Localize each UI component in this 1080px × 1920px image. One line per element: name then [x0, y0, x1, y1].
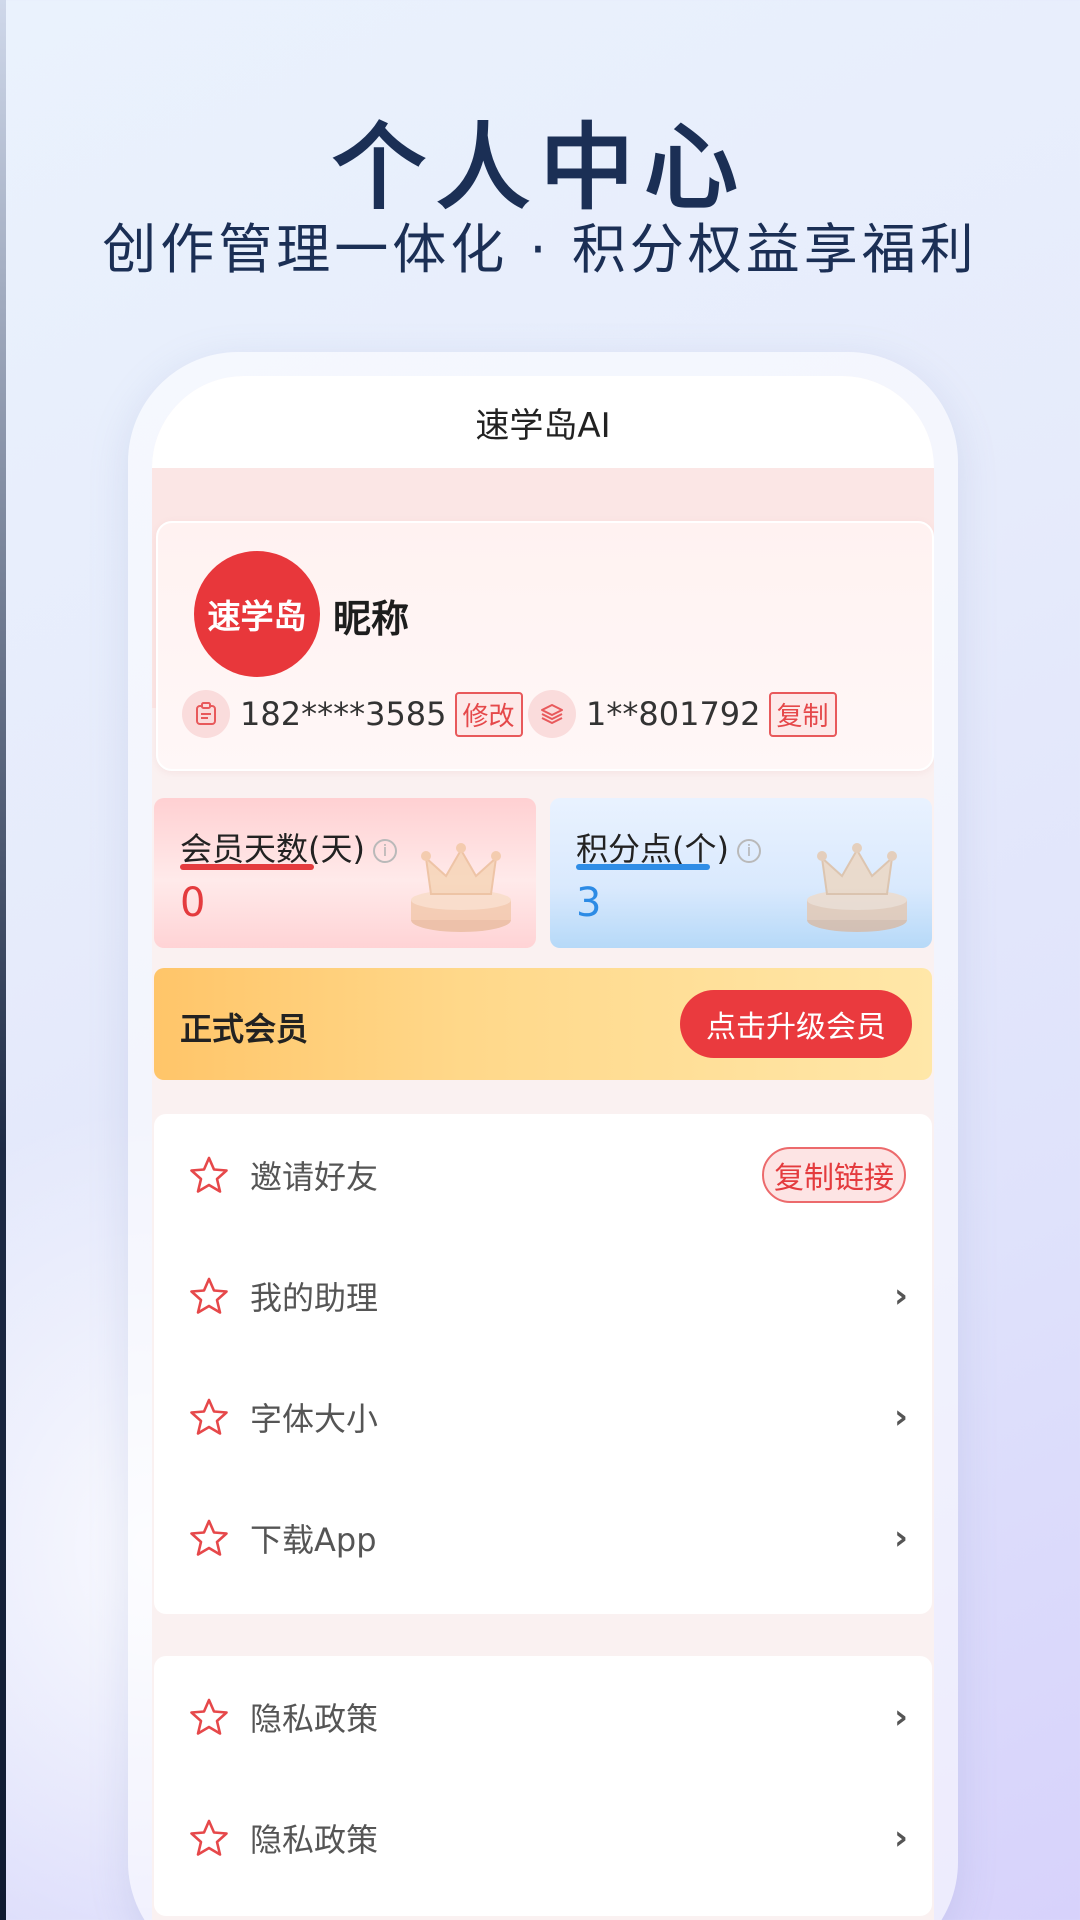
- star-icon: [190, 1277, 228, 1314]
- menu-item-font-size[interactable]: 字体大小 ›: [154, 1356, 932, 1477]
- app-header: 速学岛AI: [152, 376, 934, 468]
- menu-item-privacy[interactable]: 隐私政策 ›: [154, 1777, 932, 1898]
- star-icon: [190, 1398, 228, 1435]
- window-edge: [0, 0, 6, 1920]
- copy-link-button[interactable]: 复制链接: [762, 1146, 906, 1203]
- user-id-row: 1**801792 复制: [528, 690, 837, 738]
- profile-card: 速学岛 昵称 182****3585 修改 1**801792 复制: [156, 521, 934, 771]
- phone-row: 182****3585 修改: [182, 690, 523, 738]
- phone-screen: 速学岛AI 速学岛 昵称 182****3585 修改 1**801792 复制…: [152, 376, 934, 1920]
- nickname[interactable]: 昵称: [333, 588, 409, 643]
- menu-item-label: 邀请好友: [250, 1157, 379, 1196]
- menu-item-privacy[interactable]: 隐私政策 ›: [154, 1656, 932, 1777]
- member-days-value: 0: [180, 880, 206, 926]
- member-days-label: 会员天数(天) i: [180, 824, 397, 870]
- member-days-card[interactable]: 会员天数(天) i 0: [154, 798, 536, 948]
- star-icon: [190, 1698, 228, 1735]
- clipboard-icon: [182, 690, 230, 738]
- layers-icon: [528, 690, 576, 738]
- chevron-right-icon: ›: [893, 1275, 908, 1316]
- user-id: 1**801792: [586, 695, 761, 733]
- upgrade-member-button[interactable]: 点击升级会员: [680, 990, 912, 1058]
- crown-icon: [807, 843, 907, 932]
- points-label: 积分点(个) i: [576, 824, 761, 870]
- menu-item-label: 隐私政策: [250, 1699, 379, 1738]
- membership-label: 正式会员: [180, 1010, 309, 1048]
- chevron-right-icon: ›: [893, 1696, 908, 1737]
- crown-icon: [411, 843, 511, 932]
- menu-item-label: 我的助理: [250, 1278, 379, 1317]
- membership-bar: 正式会员 点击升级会员: [154, 968, 932, 1080]
- copy-id-button[interactable]: 复制: [768, 691, 837, 737]
- star-icon: [190, 1819, 228, 1856]
- points-card[interactable]: 积分点(个) i 3: [550, 798, 932, 948]
- info-icon[interactable]: i: [372, 839, 397, 863]
- menu-item-invite[interactable]: 邀请好友 复制链接: [154, 1114, 932, 1235]
- menu-item-label: 下载App: [250, 1520, 377, 1559]
- menu-item-download-app[interactable]: 下载App ›: [154, 1477, 932, 1598]
- chevron-right-icon: ›: [893, 1396, 908, 1437]
- star-icon: [190, 1519, 228, 1556]
- page-subtitle: 创作管理一体化 · 积分权益享福利: [102, 218, 978, 281]
- menu-item-assistant[interactable]: 我的助理 ›: [154, 1235, 932, 1356]
- menu-item-label: 隐私政策: [250, 1820, 379, 1859]
- points-value: 3: [576, 880, 602, 926]
- chevron-right-icon: ›: [893, 1817, 908, 1858]
- avatar[interactable]: 速学岛: [194, 551, 320, 677]
- menu-card: 隐私政策 › 隐私政策 ›: [154, 1656, 932, 1916]
- menu-item-label: 字体大小: [250, 1399, 379, 1438]
- edit-phone-button[interactable]: 修改: [454, 691, 523, 737]
- chevron-right-icon: ›: [893, 1517, 908, 1558]
- star-icon: [190, 1156, 228, 1193]
- info-icon[interactable]: i: [736, 839, 761, 863]
- menu-card: 邀请好友 复制链接 我的助理 › 字体大小 › 下载App ›: [154, 1114, 932, 1614]
- phone-number: 182****3585: [240, 695, 447, 733]
